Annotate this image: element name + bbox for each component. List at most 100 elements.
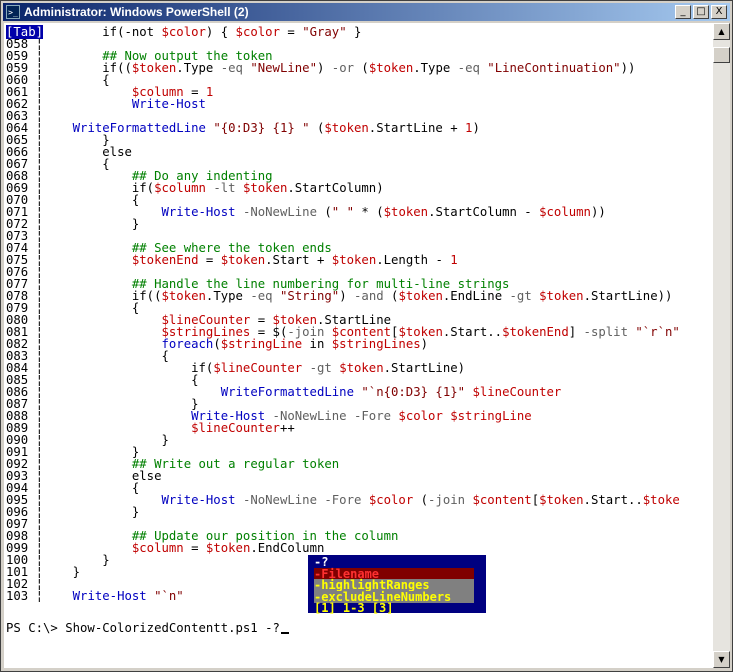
code-token: ( <box>413 493 429 507</box>
code-token: )) <box>620 61 636 75</box>
code-token: } <box>346 25 362 39</box>
code-token: $token <box>161 289 206 303</box>
code-token: = <box>198 253 221 267</box>
code-token: $column <box>154 181 206 195</box>
code-token: .Type <box>205 289 251 303</box>
code-token: $token <box>539 493 584 507</box>
maximize-button[interactable]: □ <box>693 5 709 19</box>
code-token: )) <box>590 205 606 219</box>
code-token: $tokenEnd <box>43 253 199 267</box>
code-token: * ( <box>354 205 384 219</box>
code-token: $token <box>539 289 584 303</box>
code-token: $toke <box>642 493 680 507</box>
code-token: .Type <box>413 61 458 75</box>
code-token: $token <box>368 61 414 75</box>
code-token: -and <box>354 289 384 303</box>
code-token: $token <box>220 253 266 267</box>
code-token: ] <box>568 325 584 339</box>
code-token: "`n{0:D3} {1}" <box>361 385 466 399</box>
code-token: $token <box>242 181 288 195</box>
code-token: ( <box>309 121 325 135</box>
code-token: " " <box>331 205 355 219</box>
line-number: 103 <box>6 589 29 603</box>
powershell-window: >_ Administrator: Windows PowerShell (2)… <box>0 0 733 672</box>
close-button[interactable]: X <box>711 5 727 19</box>
code-token: $stringLine <box>450 409 532 423</box>
code-token: $stringLine <box>220 337 303 351</box>
console-line: 103 ¦ Write-Host "`n" <box>6 589 184 603</box>
code-token: $content <box>472 493 532 507</box>
text-cursor <box>280 632 289 634</box>
code-token: } <box>43 565 81 579</box>
code-token: .EndLine <box>442 289 510 303</box>
code-token: Write-Host <box>43 589 147 603</box>
tab-completion-popup[interactable]: -? -Filename -highlightRanges -excludeLineN… <box>307 554 487 614</box>
title-bar[interactable]: >_ Administrator: Windows PowerShell (2)… <box>3 3 730 21</box>
code-token: "`r`n" <box>635 325 680 339</box>
code-token: ) <box>472 121 480 135</box>
scroll-up-icon[interactable]: ▲ <box>713 23 730 40</box>
code-token: -gt <box>509 289 532 303</box>
vertical-scrollbar[interactable]: ▲ ▼ <box>713 23 730 668</box>
code-token: PS C:\> Show-ColorizedContentt.ps1 -? <box>6 621 280 635</box>
code-token: ( <box>316 205 332 219</box>
code-token: -eq <box>220 61 243 75</box>
code-token: ) <box>420 337 429 351</box>
code-token: -NoNewLine -Fore <box>242 493 362 507</box>
code-token: 1 <box>205 85 214 99</box>
code-token: in <box>302 337 332 351</box>
code-token: ++ <box>279 421 295 435</box>
code-token: .StartColumn - <box>428 205 540 219</box>
code-token: $stringLines <box>331 337 421 351</box>
code-token: } <box>43 505 140 519</box>
code-token: $color <box>161 25 206 39</box>
code-token: $token <box>339 361 384 375</box>
code-token: "Gray" <box>302 25 347 39</box>
code-token: $token <box>331 253 377 267</box>
window-title: Administrator: Windows PowerShell (2) <box>24 5 249 19</box>
powershell-icon: >_ <box>6 5 20 19</box>
minimize-button[interactable]: _ <box>675 5 691 19</box>
code-token: .Length - <box>376 253 451 267</box>
code-token: "NewLine" <box>250 61 317 75</box>
code-token: ) <box>339 289 355 303</box>
code-token: .Start + <box>265 253 332 267</box>
code-token: ( <box>354 61 369 75</box>
code-token: $color <box>368 493 414 507</box>
code-token: = <box>183 541 206 555</box>
console-line: [Tab] if(-not $color) { $color = "Gray" … <box>6 25 362 39</box>
code-token: .StartLine + <box>368 121 466 135</box>
code-token: $token <box>383 205 429 219</box>
code-token: -lt <box>213 181 236 195</box>
code-token: .Type <box>176 61 221 75</box>
code-token: -join <box>428 493 466 507</box>
code-token: Write-Host <box>43 97 206 111</box>
code-token: .StartColumn) <box>287 181 384 195</box>
scroll-down-icon[interactable]: ▼ <box>713 651 730 668</box>
code-token: .Start.. <box>442 325 503 339</box>
code-token: -eq <box>250 289 273 303</box>
code-token: 1 <box>450 253 458 267</box>
code-token: } <box>43 217 140 231</box>
code-token: ( <box>213 337 221 351</box>
code-token: -or <box>331 61 355 75</box>
code-token: = <box>279 25 303 39</box>
code-token: .Start.. <box>583 493 643 507</box>
code-token: $token <box>131 61 177 75</box>
code-token: "LineContinuation" <box>487 61 621 75</box>
code-token: "`n" <box>154 589 184 603</box>
code-token: .StartLine) <box>383 361 466 375</box>
code-token: .StartLine)) <box>583 289 673 303</box>
code-token: ( <box>383 289 399 303</box>
scroll-thumb[interactable] <box>713 47 730 63</box>
code-token: if(-not <box>43 25 162 39</box>
code-token: $lineCounter <box>472 385 562 399</box>
code-token: $token <box>398 289 443 303</box>
console-line: PS C:\> Show-ColorizedContentt.ps1 -? <box>6 622 289 634</box>
code-token: -split <box>583 325 628 339</box>
